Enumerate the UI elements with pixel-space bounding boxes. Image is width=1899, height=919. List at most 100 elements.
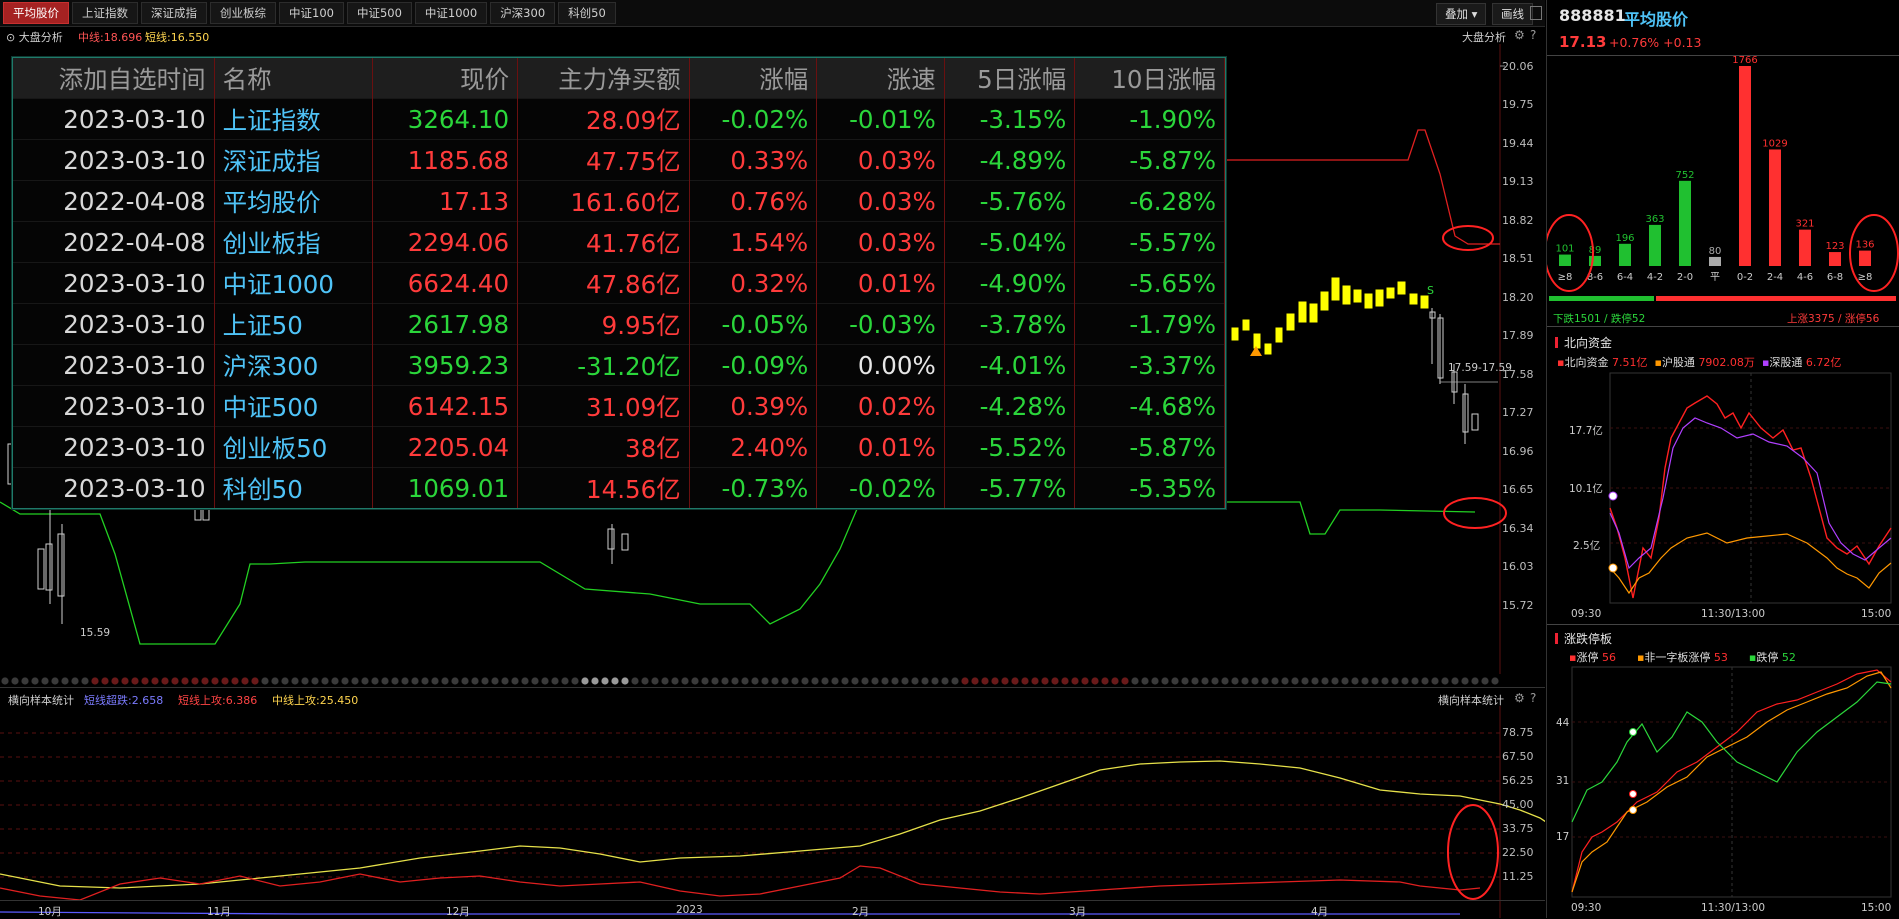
column-header[interactable]: 涨速 [816,58,945,99]
dist-bar [1859,250,1871,266]
gear-icon[interactable]: ⚙ [1514,691,1525,705]
signal-dot [1241,677,1249,685]
change-10d-cell: -1.79% [1074,303,1225,345]
indicator-selector[interactable]: ⊙ 大盘分析 [6,29,63,45]
signal-dot [491,677,499,685]
signal-dot [511,677,519,685]
panel-toggle-icon[interactable] [1530,6,1542,20]
y-tick: 33.75 [1502,822,1534,835]
speed-cell: 0.03% [816,221,945,263]
tab-csi300[interactable]: 沪深300 [490,2,556,24]
table-row[interactable]: 2022-04-08 创业板指 2294.06 41.76亿 1.54% 0.03% -5.… [13,221,1225,263]
dist-label: 0-2 [1737,272,1753,283]
signal-dot [711,677,719,685]
tab-csi500[interactable]: 中证500 [346,2,412,24]
signal-dot [211,677,219,685]
help-icon[interactable]: ? [1530,691,1536,705]
table-row[interactable]: 2023-03-10 创业板50 2205.04 38亿 2.40% 0.01% -5.52… [13,426,1225,468]
table-row[interactable]: 2023-03-10 科创50 1069.01 14.56亿 -0.73% -0.02% -… [13,467,1225,508]
name-cell: 深证成指 [214,139,373,181]
y-tick: 10.1亿 [1569,483,1603,495]
table-row[interactable]: 2023-03-10 沪深300 3959.23 -31.20亿 -0.09% 0.00%… [13,344,1225,386]
speed-cell: 0.01% [816,426,945,468]
signal-dot [1451,677,1459,685]
signal-dot [801,677,809,685]
signal-dot [521,677,529,685]
table-row[interactable]: 2023-03-10 上证50 2617.98 9.95亿 -0.05% -0.03% -3… [13,303,1225,345]
signal-dot [1181,677,1189,685]
table-row[interactable]: 2023-03-10 中证1000 6624.40 47.86亿 0.32% 0.01% -… [13,262,1225,304]
y-tick: 17.89 [1502,329,1534,342]
signal-dot [241,677,249,685]
dist-bar [1829,252,1841,266]
y-tick: 17 [1556,831,1570,843]
date-added-cell: 2022-04-08 [13,221,215,263]
down-ratio-bar [1549,296,1654,301]
marker-icon [1608,563,1618,573]
table-row[interactable]: 2023-03-10 中证500 6142.15 31.09亿 0.39% 0.02% -4… [13,385,1225,427]
dist-label: 4-6 [1797,272,1813,283]
signal-dot [1061,677,1069,685]
column-header[interactable]: 主力净买额 [517,58,690,99]
signal-dot [1211,677,1219,685]
indicator-name-right: 大盘分析 [1462,31,1506,44]
signal-dot [1121,677,1129,685]
y-tick: 16.34 [1502,522,1534,535]
signal-dot [1111,677,1119,685]
tab-chinext[interactable]: 创业板综 [210,2,276,24]
tab-csi100[interactable]: 中证100 [279,2,344,24]
signal-dot [971,677,979,685]
table-row[interactable]: 2022-04-08 平均股价 17.13 161.60亿 0.76% 0.03% -5.7… [13,180,1225,222]
signal-dot [1231,677,1239,685]
signal-dot [541,677,549,685]
stock-change: +0.76% +0.13 [1609,35,1702,50]
signal-dot [1041,677,1049,685]
column-header[interactable]: 现价 [372,58,519,99]
column-header[interactable]: 涨幅 [689,58,818,99]
tab-csi1000[interactable]: 中证1000 [414,2,488,24]
help-icon[interactable]: ? [1530,28,1536,42]
tab-shanghai[interactable]: 上证指数 [72,2,138,24]
name-cell: 平均股价 [214,180,373,222]
signal-dot [201,677,209,685]
change-5d-cell: -3.78% [944,303,1076,345]
column-header[interactable]: 5日涨幅 [944,58,1076,99]
change-cell: -0.02% [689,98,818,140]
table-row[interactable]: 2023-03-10 深证成指 1185.68 47.75亿 0.33% 0.03% -4.… [13,139,1225,181]
dist-bar [1799,229,1811,266]
change-10d-cell: -3.37% [1074,344,1225,386]
signal-dot [1091,677,1099,685]
column-header[interactable]: 名称 [214,58,373,99]
change-10d-cell: -5.57% [1074,221,1225,263]
signal-dot [981,677,989,685]
signal-dot [401,677,409,685]
date-added-cell: 2023-03-10 [13,139,215,181]
signal-dot [791,677,799,685]
signal-dot [1191,677,1199,685]
tab-shenzhen[interactable]: 深证成指 [141,2,207,24]
signal-dot [581,677,589,685]
x-tick: 11:30/13:00 [1701,902,1766,914]
signal-dot [1291,677,1299,685]
annotation-circle [1849,214,1899,292]
signal-dot [671,677,679,685]
tab-star50[interactable]: 科创50 [558,2,616,24]
net-buy-cell: 31.09亿 [517,385,690,427]
x-tick: 11月 [207,906,231,918]
column-header[interactable]: 10日涨幅 [1074,58,1225,99]
speed-cell: -0.03% [816,303,945,345]
column-header[interactable]: 添加自选时间 [13,58,215,99]
table-row[interactable]: 2023-03-10 上证指数 3264.10 28.09亿 -0.02% -0.01% -… [13,98,1225,140]
signal-dot [181,677,189,685]
gear-icon[interactable]: ⚙ [1514,28,1525,42]
dist-value: 80 [1709,246,1722,257]
tab-avg-price[interactable]: 平均股价 [3,2,69,24]
x-axis-line [0,900,1545,901]
y-tick: 78.75 [1502,726,1534,739]
price-cell: 17.13 [372,180,519,222]
overlay-button[interactable]: 叠加 ▾ [1436,3,1487,25]
draw-line-button[interactable]: 画线 [1492,3,1533,25]
net-buy-cell: -31.20亿 [517,344,690,386]
speed-cell: 0.03% [816,139,945,181]
watchlist-table: 添加自选时间 名称 现价 主力净买额 涨幅 涨速 5日涨幅 10日涨幅 2023-03-10 上… [13,58,1225,508]
